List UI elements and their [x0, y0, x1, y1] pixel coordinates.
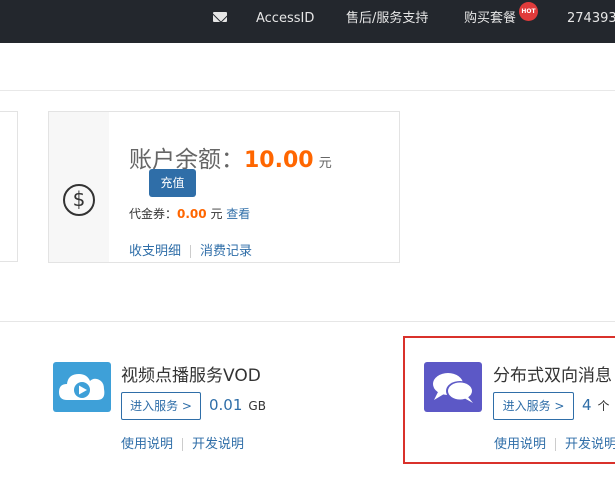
balance-unit: 元	[318, 156, 332, 171]
voucher-amount: 0.00	[177, 207, 207, 221]
access-id-link[interactable]: AccessID	[256, 0, 314, 43]
vod-usage-guide-link[interactable]: 使用说明	[121, 437, 173, 452]
account-link[interactable]: 274393	[567, 0, 615, 43]
vod-service-title: 视频点播服务VOD	[121, 366, 261, 386]
balance-panel: $ 账户余额：10.00 元 充值 代金券：0.00 元 查看 收支明细 消费记录	[48, 111, 400, 263]
msg-enter-button[interactable]: 进入服务 >	[493, 392, 574, 420]
vod-enter-button[interactable]: 进入服务 >	[121, 392, 201, 420]
cloud-play-icon	[53, 362, 111, 412]
sub-header	[0, 43, 615, 91]
voucher-row: 代金券：0.00 元 查看	[129, 205, 250, 222]
income-expense-link[interactable]: 收支明细	[129, 244, 181, 259]
voucher-label: 代金券：	[129, 207, 178, 221]
vod-links: 使用说明 开发说明	[121, 433, 244, 452]
msg-usage-unit: 个	[597, 399, 610, 413]
support-link[interactable]: 售后/服务支持	[346, 0, 428, 43]
vod-usage: 0.01 GB	[209, 396, 266, 414]
link-divider	[555, 438, 557, 451]
mail-icon[interactable]	[213, 12, 227, 22]
balance-icon-column: $	[49, 112, 109, 262]
vod-dev-guide-link[interactable]: 开发说明	[192, 437, 244, 452]
buy-package-link[interactable]: 购买套餐	[464, 0, 516, 43]
link-divider	[190, 245, 192, 258]
section-divider	[0, 321, 615, 322]
vod-usage-unit: GB	[248, 399, 266, 413]
hot-badge: HOT	[519, 2, 538, 21]
consumption-records-link[interactable]: 消费记录	[200, 244, 252, 259]
voucher-unit: 元	[210, 207, 223, 221]
msg-links: 使用说明 开发说明	[494, 433, 615, 452]
recharge-button[interactable]: 充值	[149, 169, 196, 197]
top-nav-bar: AccessID 售后/服务支持 购买套餐 HOT 274393	[0, 0, 615, 43]
msg-usage-amount: 4	[582, 396, 592, 414]
balance-links: 收支明细 消费记录	[129, 240, 252, 259]
chat-bubbles-icon	[424, 362, 482, 412]
voucher-view-link[interactable]: 查看	[226, 207, 250, 221]
msg-usage: 4个	[582, 396, 610, 414]
msg-dev-guide-link[interactable]: 开发说明	[565, 437, 615, 452]
link-divider	[182, 438, 184, 451]
dollar-icon: $	[63, 184, 95, 216]
msg-usage-guide-link[interactable]: 使用说明	[494, 437, 546, 452]
left-panel	[0, 111, 18, 262]
balance-amount: 10.00	[244, 148, 314, 173]
vod-usage-amount: 0.01	[209, 396, 243, 414]
msg-service-title: 分布式双向消息	[493, 366, 612, 386]
